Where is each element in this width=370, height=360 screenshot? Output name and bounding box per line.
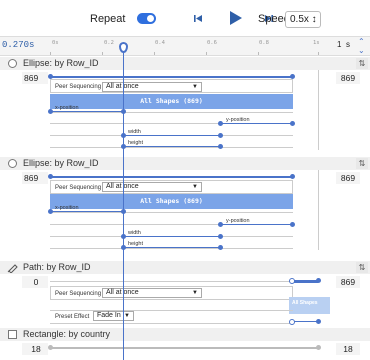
keyframe-end[interactable] [290, 174, 295, 179]
pen-icon [7, 264, 18, 273]
prop-track [123, 135, 220, 136]
preset-select[interactable]: Fade In ▼ [93, 311, 134, 321]
property-row [50, 248, 293, 249]
tick-mark [206, 52, 207, 55]
tick-mark [258, 52, 259, 55]
peer-label: Peer Sequencing [55, 185, 102, 191]
tick-mark [318, 52, 319, 55]
end-marker [318, 70, 319, 150]
count-right: 869 [336, 276, 360, 288]
all-shapes-label: All Shapes [292, 300, 318, 306]
peer-select[interactable]: All at once ▼ [102, 82, 202, 92]
keyframe[interactable] [218, 133, 223, 138]
section-title: Rectangle: by country [23, 329, 111, 339]
prop-track [123, 146, 220, 147]
keyframe[interactable] [218, 144, 223, 149]
count-left: 18 [22, 343, 48, 355]
prop-track [220, 224, 293, 225]
keyframe-start[interactable] [48, 345, 53, 350]
count-left: 869 [22, 172, 48, 184]
tick-mark [154, 52, 155, 55]
prop-track [220, 123, 293, 124]
prop-track [294, 321, 318, 322]
property-row [50, 112, 293, 113]
count-right: 18 [336, 343, 360, 355]
current-time: 0.270s [2, 40, 35, 50]
collapse-icon[interactable]: ⇅ [356, 158, 368, 169]
section-track[interactable] [50, 176, 293, 178]
keyframe[interactable] [316, 319, 321, 324]
play-icon[interactable] [229, 10, 243, 26]
all-shapes-bar[interactable]: All Shapes (869) [50, 194, 293, 209]
section-track[interactable] [50, 76, 293, 78]
prop-track [123, 247, 220, 248]
timeline-ruler[interactable] [0, 36, 370, 56]
peer-select[interactable]: All at once ▼ [102, 288, 202, 298]
zoom-unit: s [346, 40, 350, 49]
section-radio[interactable] [8, 59, 17, 68]
prop-track [50, 111, 123, 112]
tick-label: 0.6 [207, 40, 217, 46]
keyframe[interactable] [218, 245, 223, 250]
count-left: 0 [22, 276, 48, 288]
zoom-stepper-icon[interactable]: ⌃ ⌄ [358, 37, 365, 55]
property-row [50, 212, 293, 213]
tick-label: 0.2 [104, 40, 114, 46]
zoom-value: 1 [337, 40, 342, 49]
section-track[interactable] [50, 281, 293, 282]
playback-toolbar: Repeat Speed 0.5x ↕ [0, 0, 370, 36]
section-title: Ellipse: by Row_ID [23, 158, 99, 168]
tick-mark [102, 52, 103, 55]
keyframe[interactable] [290, 222, 295, 227]
prop-track [50, 211, 123, 212]
all-shapes-bar[interactable]: All Shapes (869) [50, 94, 293, 109]
end-marker [318, 170, 319, 250]
section-checkbox[interactable] [8, 330, 17, 339]
collapse-icon[interactable]: ⇅ [356, 58, 368, 69]
keyframe[interactable] [48, 109, 53, 114]
keyframe[interactable] [290, 121, 295, 126]
collapse-icon[interactable]: ⇅ [356, 262, 368, 273]
count-left: 869 [22, 72, 48, 84]
skip-back-icon[interactable] [194, 14, 203, 23]
section-radio[interactable] [8, 159, 17, 168]
peer-label: Peer Sequencing [55, 84, 102, 90]
keyframe[interactable] [218, 121, 223, 126]
keyframe[interactable] [48, 209, 53, 214]
tick-mark [50, 52, 51, 55]
property-row [50, 310, 293, 311]
speed-select[interactable]: 0.5x ↕ [285, 11, 321, 28]
tick-label: 0s [52, 40, 59, 46]
section-track-active[interactable] [294, 280, 318, 283]
section-title: Ellipse: by Row_ID [23, 58, 99, 68]
keyframe[interactable] [289, 319, 295, 325]
repeat-label: Repeat [90, 13, 126, 25]
tick-label: 0.4 [155, 40, 165, 46]
peer-label: Peer Sequencing [55, 291, 102, 297]
preset-label: Preset Effect [55, 314, 90, 320]
section-track[interactable] [50, 347, 318, 349]
property-row [50, 323, 293, 324]
keyframe[interactable] [218, 234, 223, 239]
count-right: 869 [336, 172, 360, 184]
section-title: Path: by Row_ID [23, 262, 91, 272]
keyframe-start[interactable] [48, 174, 53, 179]
keyframe[interactable] [218, 222, 223, 227]
prop-track [123, 236, 220, 237]
keyframe-end[interactable] [316, 345, 321, 350]
peer-select[interactable]: All at once ▼ [102, 182, 202, 192]
repeat-toggle[interactable] [137, 13, 156, 24]
count-right: 869 [336, 72, 360, 84]
property-row [50, 147, 293, 148]
tick-label: 0.8 [259, 40, 269, 46]
playhead-line[interactable] [123, 48, 124, 360]
tick-label: 1s [313, 40, 320, 46]
keyframe-end[interactable] [316, 278, 321, 283]
